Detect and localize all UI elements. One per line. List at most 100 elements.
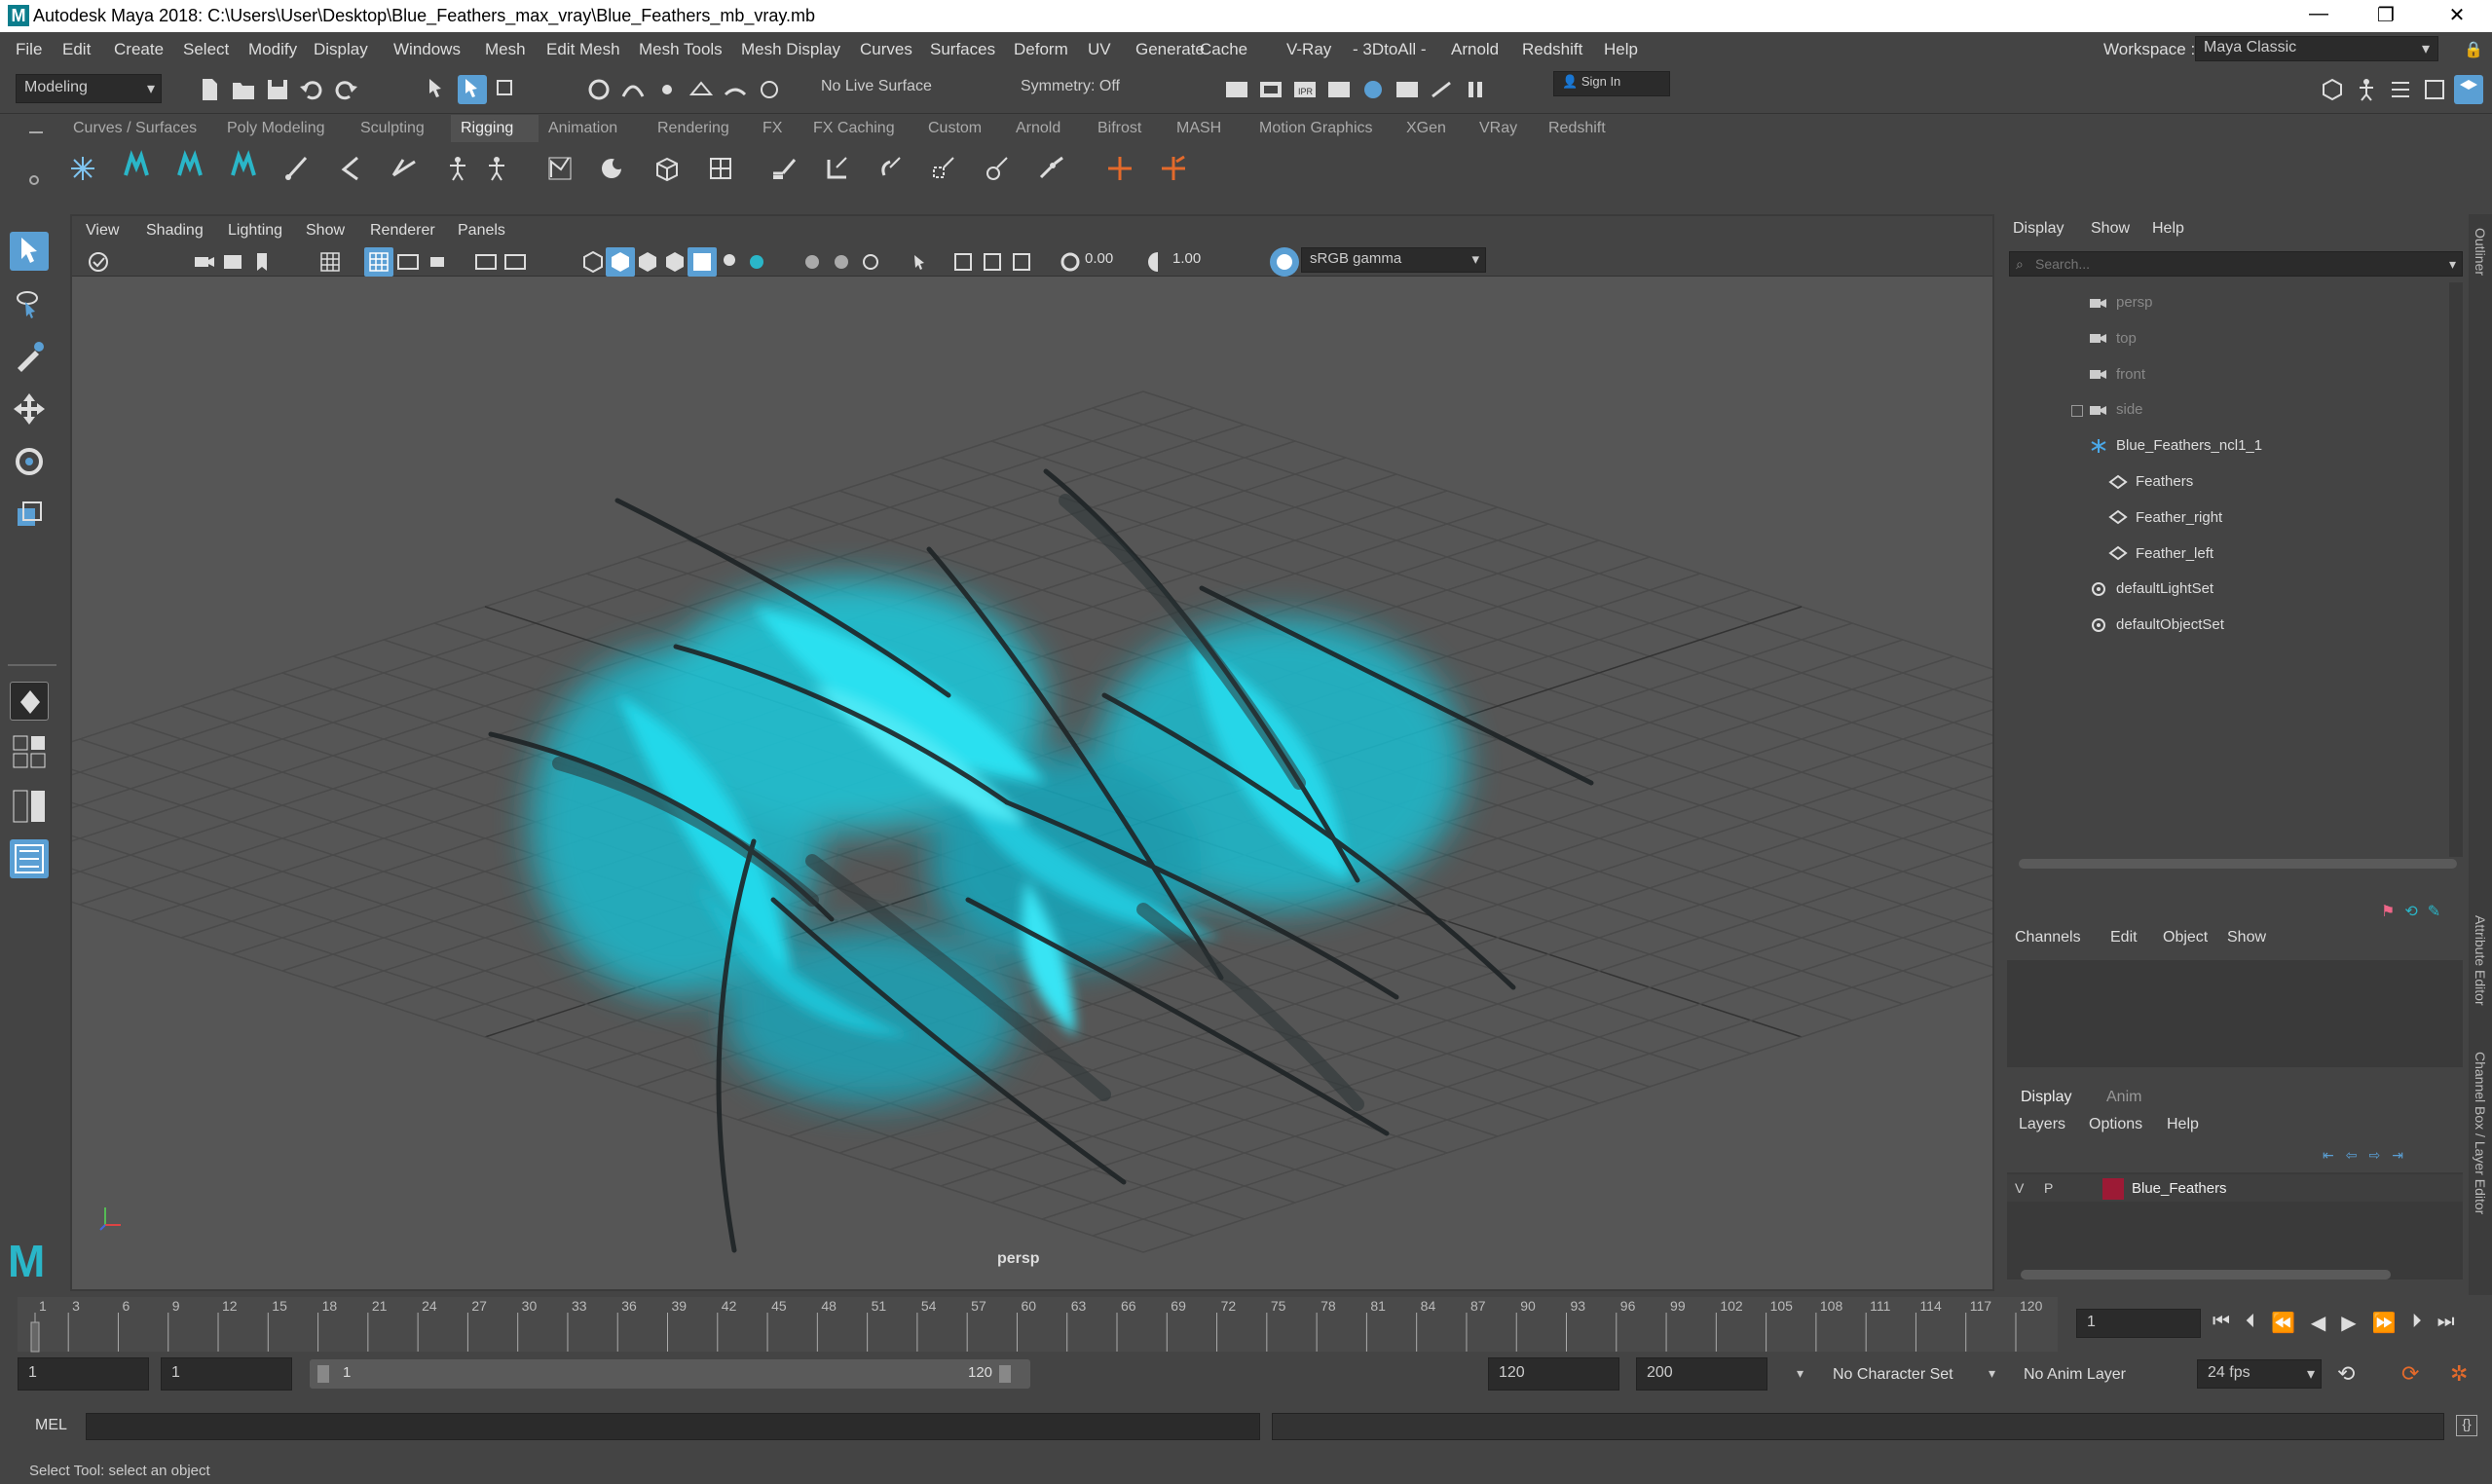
select-tool-icon[interactable]	[10, 232, 49, 271]
joint-tool-icon[interactable]	[68, 154, 97, 183]
orient-joint-icon[interactable]	[282, 154, 312, 183]
time-ruler[interactable]: 1 3 6 9 12 15 18 21 24 27 30 33 36 39 42 45 48 51 54 57 60 63…	[0, 1295, 2074, 1354]
maximize-button[interactable]: ❐	[2362, 3, 2410, 27]
tab-arnold[interactable]: Arnold	[1016, 120, 1060, 137]
layer-type-toggle[interactable]	[2071, 1178, 2093, 1200]
new-layer-icon[interactable]: ⇨	[2368, 1147, 2380, 1164]
outliner-menu-display[interactable]: Display	[2013, 220, 2064, 238]
menu-edit[interactable]: Edit	[62, 40, 91, 59]
bind-skin-icon[interactable]	[545, 154, 575, 183]
mel-label[interactable]: MEL	[35, 1417, 67, 1434]
go-to-end-icon[interactable]: ⏭	[2437, 1311, 2455, 1335]
select-object-icon[interactable]	[458, 75, 487, 104]
tab-vray[interactable]: VRay	[1479, 120, 1517, 137]
viewport-menu-view[interactable]: View	[86, 222, 119, 240]
menu-mesh-tools[interactable]: Mesh Tools	[639, 40, 723, 59]
scene-view[interactable]: persp	[72, 277, 1992, 1289]
select-camera-icon[interactable]	[84, 247, 113, 277]
channel-tool-icon[interactable]: ⚑	[2381, 902, 2395, 921]
mel-input[interactable]	[86, 1413, 1260, 1440]
workspace-select[interactable]: Maya Classic ▾	[2195, 36, 2438, 61]
step-forward-icon[interactable]: ⏵	[2412, 1311, 2422, 1335]
menu-help[interactable]: Help	[1604, 40, 1638, 59]
render-frame-icon[interactable]	[1256, 75, 1285, 104]
quick-rig-icon[interactable]	[443, 154, 472, 183]
shelf-menu-icon[interactable]	[29, 131, 43, 133]
tab-curves-surfaces[interactable]: Curves / Surfaces	[73, 120, 197, 137]
wireframe-on-shaded-icon[interactable]	[633, 247, 662, 277]
connect-joint-icon[interactable]	[390, 154, 419, 183]
step-forward-key-icon[interactable]: ⏩	[2372, 1311, 2397, 1335]
play-forward-icon[interactable]: ▶	[2341, 1311, 2356, 1335]
range-end-handle[interactable]	[999, 1365, 1011, 1383]
xray-icon[interactable]	[948, 247, 978, 277]
safe-action-icon[interactable]	[471, 247, 501, 277]
menu-uv[interactable]: UV	[1088, 40, 1111, 59]
exposure-icon[interactable]	[1056, 247, 1085, 277]
hypershade-icon[interactable]	[1358, 75, 1388, 104]
rotate-tool-icon[interactable]	[10, 442, 49, 481]
layer-horizontal-scrollbar[interactable]	[2021, 1270, 2391, 1280]
viewport-menu-lighting[interactable]: Lighting	[228, 222, 282, 240]
vray-ipr-icon[interactable]	[1427, 75, 1456, 104]
channel-edit-icon[interactable]: ✎	[2428, 902, 2440, 921]
grid-toggle-icon[interactable]	[316, 247, 345, 277]
tab-poly-modeling[interactable]: Poly Modeling	[227, 120, 325, 137]
step-back-key-icon[interactable]: ⏪	[2271, 1311, 2295, 1335]
side-tab-outliner[interactable]: Outliner	[2473, 228, 2488, 276]
menu-set-select[interactable]: Modeling ▾	[16, 74, 162, 103]
outliner-item-feather-left[interactable]: Feather_left	[2108, 545, 2213, 562]
tab-motion-graphics[interactable]: Motion Graphics	[1259, 120, 1373, 137]
modeling-toolkit-icon[interactable]	[2318, 75, 2347, 104]
new-scene-icon[interactable]	[195, 75, 224, 104]
outliner-search-input[interactable]	[2035, 254, 2425, 274]
point-constraint-icon[interactable]	[823, 154, 852, 183]
shadows-icon[interactable]	[715, 247, 744, 277]
lock-icon[interactable]: 🔒	[2464, 40, 2483, 59]
symmetry-select[interactable]: Symmetry: Off	[1013, 74, 1159, 103]
four-view-layout-icon[interactable]	[10, 732, 49, 771]
tab-xgen[interactable]: XGen	[1406, 120, 1446, 137]
feather-group[interactable]	[488, 468, 1594, 1253]
tab-redshift[interactable]: Redshift	[1548, 120, 1606, 137]
outliner-item-blue-feathers-ncl1-1[interactable]: Blue_Feathers_ncl1_1	[2089, 437, 2262, 454]
channel-menu-edit[interactable]: Edit	[2110, 929, 2138, 946]
insert-joint-icon[interactable]	[336, 154, 365, 183]
tab-mash[interactable]: MASH	[1176, 120, 1221, 137]
time-slider[interactable]: 1 3 6 9 12 15 18 21 24 27 30 33 36 39 42 45 48 51 54 57 60 63…	[0, 1295, 2492, 1354]
anti-aliasing-icon[interactable]	[827, 247, 856, 277]
layer-menu-layers[interactable]: Layers	[2019, 1116, 2065, 1133]
chevron-down-icon[interactable]: ▾	[1797, 1365, 1804, 1382]
aim-constraint-icon[interactable]	[984, 154, 1013, 183]
scene-end-field[interactable]: 200	[1636, 1357, 1767, 1391]
layer-menu-help[interactable]: Help	[2167, 1116, 2199, 1133]
move-tool-icon[interactable]	[10, 390, 49, 428]
mirror-joint-icon[interactable]	[229, 150, 258, 179]
outliner-menu-help[interactable]: Help	[2152, 220, 2184, 238]
snap-point-icon[interactable]	[652, 75, 682, 104]
layer-row[interactable]: V P Blue_Feathers	[2007, 1174, 2463, 1202]
ik-spline-icon[interactable]	[175, 150, 205, 179]
new-layer-selected-icon[interactable]: ⇥	[2392, 1147, 2403, 1164]
save-scene-icon[interactable]	[263, 75, 292, 104]
viewport-panel[interactable]: View Shading Lighting Show Renderer Panels 0.…	[70, 214, 1994, 1291]
viewport-menu-panels[interactable]: Panels	[458, 222, 505, 240]
shelf-settings-icon[interactable]	[29, 175, 39, 185]
tab-fx-caching[interactable]: FX Caching	[813, 120, 895, 137]
outliner-item-feathers[interactable]: Feathers	[2108, 473, 2193, 490]
textured-icon[interactable]	[660, 247, 689, 277]
wireframe-icon[interactable]	[578, 247, 608, 277]
layer-color-swatch[interactable]	[2102, 1178, 2124, 1200]
viewport-menu-show[interactable]: Show	[306, 222, 345, 240]
tab-animation[interactable]: Animation	[548, 120, 617, 137]
menu-mesh[interactable]: Mesh	[485, 40, 526, 59]
outliner-menu-show[interactable]: Show	[2091, 220, 2130, 238]
gamma-field[interactable]: 1.00	[1172, 250, 1231, 267]
xray-components-icon[interactable]	[1007, 247, 1036, 277]
layer-menu-options[interactable]: Options	[2089, 1116, 2142, 1133]
menu-windows[interactable]: Windows	[393, 40, 461, 59]
character-set-select[interactable]: No Character Set	[1833, 1366, 1953, 1384]
sign-in-button[interactable]: 👤 Sign In	[1553, 71, 1670, 96]
set-driven-key-icon[interactable]	[1159, 154, 1188, 183]
lasso-tool-icon[interactable]	[10, 284, 49, 323]
